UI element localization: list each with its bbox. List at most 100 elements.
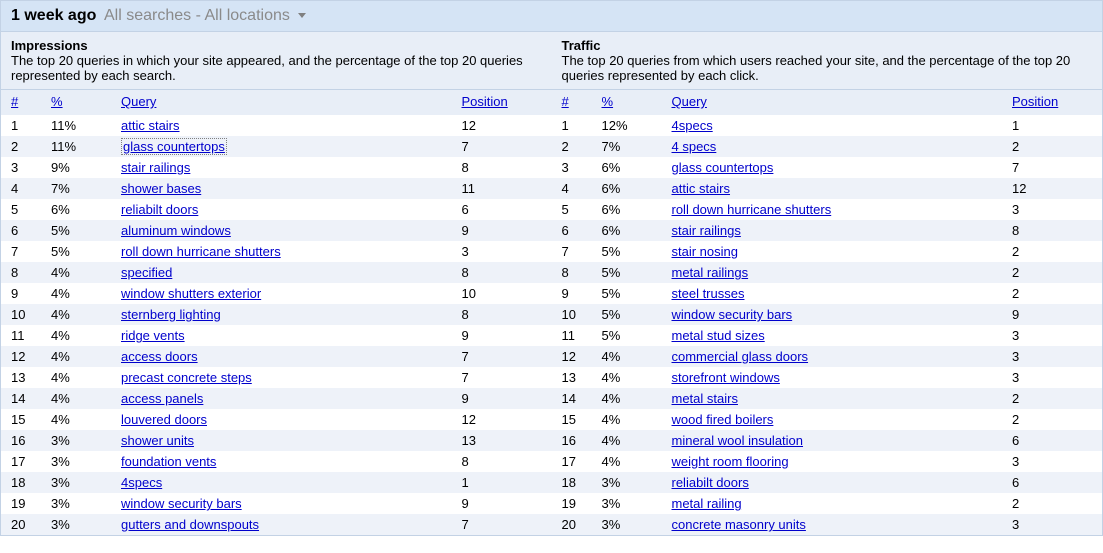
query-link[interactable]: attic stairs <box>672 181 731 196</box>
row-pct: 6% <box>592 157 662 178</box>
sort-pct[interactable]: % <box>51 94 63 109</box>
query-link[interactable]: gutters and downspouts <box>121 517 259 532</box>
query-link[interactable]: specified <box>121 265 172 280</box>
row-position: 7 <box>452 514 552 535</box>
query-link[interactable]: window shutters exterior <box>121 286 261 301</box>
row-position: 8 <box>452 451 552 472</box>
table-row: 144%metal stairs2 <box>552 388 1103 409</box>
traffic-header-row: # % Query Position <box>552 90 1103 115</box>
impressions-table-container: # % Query Position 111%attic stairs12211… <box>1 90 552 535</box>
row-query-cell: ridge vents <box>111 325 452 346</box>
row-num: 17 <box>552 451 592 472</box>
query-link[interactable]: metal stairs <box>672 391 738 406</box>
query-link[interactable]: commercial glass doors <box>672 349 809 364</box>
row-pct: 6% <box>592 178 662 199</box>
query-link[interactable]: foundation vents <box>121 454 216 469</box>
query-link[interactable]: glass countertops <box>121 138 227 155</box>
query-link[interactable]: 4specs <box>121 475 162 490</box>
row-num: 9 <box>552 283 592 304</box>
row-num: 5 <box>1 199 41 220</box>
filter-dropdown[interactable]: All searches - All locations <box>104 7 306 24</box>
query-link[interactable]: access doors <box>121 349 198 364</box>
query-link[interactable]: stair nosing <box>672 244 738 259</box>
query-link[interactable]: precast concrete steps <box>121 370 252 385</box>
row-num: 10 <box>552 304 592 325</box>
row-query-cell: sternberg lighting <box>111 304 452 325</box>
query-link[interactable]: 4specs <box>672 118 713 133</box>
row-position: 2 <box>1002 409 1102 430</box>
tables-container: # % Query Position 111%attic stairs12211… <box>1 90 1102 535</box>
query-link[interactable]: weight room flooring <box>672 454 789 469</box>
row-query-cell: glass countertops <box>662 157 1003 178</box>
query-link[interactable]: stair railings <box>672 223 741 238</box>
sort-num[interactable]: # <box>562 94 569 109</box>
row-position: 8 <box>452 157 552 178</box>
table-row: 104%sternberg lighting8 <box>1 304 552 325</box>
table-row: 173%foundation vents8 <box>1 451 552 472</box>
query-link[interactable]: shower bases <box>121 181 201 196</box>
row-query-cell: 4 specs <box>662 136 1003 157</box>
row-position: 2 <box>1002 493 1102 514</box>
query-link[interactable]: window security bars <box>121 496 242 511</box>
query-link[interactable]: metal railing <box>672 496 742 511</box>
query-link[interactable]: storefront windows <box>672 370 780 385</box>
table-row: 174%weight room flooring3 <box>552 451 1103 472</box>
row-num: 4 <box>1 178 41 199</box>
row-pct: 4% <box>41 367 111 388</box>
row-position: 7 <box>1002 157 1102 178</box>
query-link[interactable]: reliabilt doors <box>672 475 749 490</box>
sort-num[interactable]: # <box>11 94 18 109</box>
query-link[interactable]: access panels <box>121 391 203 406</box>
query-link[interactable]: concrete masonry units <box>672 517 806 532</box>
table-row: 124%access doors7 <box>1 346 552 367</box>
chevron-down-icon <box>298 13 306 18</box>
query-link[interactable]: glass countertops <box>672 160 774 175</box>
row-position: 10 <box>452 283 552 304</box>
row-query-cell: commercial glass doors <box>662 346 1003 367</box>
query-link[interactable]: 4 specs <box>672 139 717 154</box>
sort-position[interactable]: Position <box>462 94 508 109</box>
table-row: 66%stair railings8 <box>552 220 1103 241</box>
table-row: 154%louvered doors12 <box>1 409 552 430</box>
query-link[interactable]: aluminum windows <box>121 223 231 238</box>
row-pct: 5% <box>592 325 662 346</box>
row-pct: 4% <box>592 451 662 472</box>
query-link[interactable]: metal stud sizes <box>672 328 765 343</box>
row-query-cell: steel trusses <box>662 283 1003 304</box>
query-link[interactable]: roll down hurricane shutters <box>121 244 281 259</box>
query-link[interactable]: wood fired boilers <box>672 412 774 427</box>
row-position: 9 <box>452 493 552 514</box>
query-link[interactable]: attic stairs <box>121 118 180 133</box>
row-pct: 4% <box>41 325 111 346</box>
query-link[interactable]: louvered doors <box>121 412 207 427</box>
sort-query[interactable]: Query <box>121 94 156 109</box>
row-position: 1 <box>1002 115 1102 136</box>
row-num: 3 <box>1 157 41 178</box>
row-query-cell: 4specs <box>111 472 452 493</box>
row-position: 2 <box>1002 136 1102 157</box>
table-row: 203%concrete masonry units3 <box>552 514 1103 535</box>
row-num: 6 <box>1 220 41 241</box>
query-link[interactable]: steel trusses <box>672 286 745 301</box>
query-link[interactable]: roll down hurricane shutters <box>672 202 832 217</box>
query-link[interactable]: ridge vents <box>121 328 185 343</box>
traffic-desc: Traffic The top 20 queries from which us… <box>552 32 1103 89</box>
query-link[interactable]: sternberg lighting <box>121 307 221 322</box>
query-link[interactable]: shower units <box>121 433 194 448</box>
row-position: 3 <box>1002 367 1102 388</box>
table-row: 154%wood fired boilers2 <box>552 409 1103 430</box>
sort-position[interactable]: Position <box>1012 94 1058 109</box>
query-link[interactable]: reliabilt doors <box>121 202 198 217</box>
row-num: 4 <box>552 178 592 199</box>
table-row: 144%access panels9 <box>1 388 552 409</box>
query-link[interactable]: window security bars <box>672 307 793 322</box>
sort-query[interactable]: Query <box>672 94 707 109</box>
query-link[interactable]: stair railings <box>121 160 190 175</box>
query-link[interactable]: metal railings <box>672 265 749 280</box>
row-pct: 11% <box>41 136 111 157</box>
query-link[interactable]: mineral wool insulation <box>672 433 804 448</box>
row-query-cell: louvered doors <box>111 409 452 430</box>
table-row: 94%window shutters exterior10 <box>1 283 552 304</box>
row-position: 11 <box>452 178 552 199</box>
sort-pct[interactable]: % <box>602 94 614 109</box>
